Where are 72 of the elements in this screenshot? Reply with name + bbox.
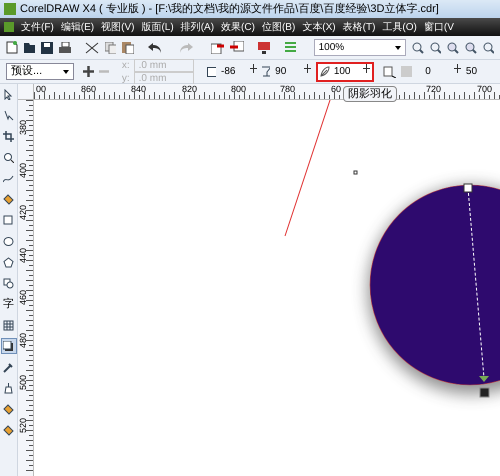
app-logo-icon	[4, 22, 14, 32]
preset-dropdown[interactable]: 预设...	[6, 63, 74, 80]
menu-item[interactable]: 文本(X)	[302, 20, 336, 34]
undo-icon[interactable]	[148, 42, 162, 54]
feather-icon	[320, 66, 330, 77]
ruler-label: 820	[182, 84, 198, 94]
menu-item[interactable]: 表格(T)	[342, 20, 376, 34]
print-icon[interactable]	[58, 42, 72, 54]
end-handle[interactable]	[480, 388, 490, 398]
opacity-field[interactable]: 90	[275, 64, 311, 79]
menu-item[interactable]: 文件(F)	[21, 20, 54, 34]
spin-icon[interactable]	[362, 64, 370, 73]
ruler-label: 780	[280, 84, 296, 94]
import-icon[interactable]	[210, 41, 224, 54]
text-tool[interactable]: 字	[0, 296, 16, 312]
stretch-field[interactable]: 50	[466, 64, 494, 79]
tooltip: 阴影羽化	[343, 86, 397, 102]
zoom-level-dropdown[interactable]: 100%	[314, 39, 406, 56]
ruler-label: 800	[231, 84, 246, 94]
ruler-label: 60	[331, 84, 342, 94]
ruler-label: 400	[18, 162, 28, 178]
menu-item[interactable]: 视图(V)	[101, 20, 134, 34]
ruler-label: 720	[426, 84, 442, 94]
shadow-direction-icon[interactable]	[382, 65, 396, 78]
menu-item[interactable]: 编辑(E)	[60, 20, 94, 34]
y-label: y:	[122, 72, 130, 84]
shadow-icon[interactable]	[0, 338, 16, 354]
caret-icon	[395, 46, 402, 50]
center-marker	[354, 170, 358, 174]
paste-icon[interactable]	[122, 41, 134, 54]
menu-item[interactable]: 版面(L)	[141, 20, 174, 34]
crop-icon[interactable]	[0, 128, 16, 144]
spin-icon[interactable]	[454, 64, 461, 73]
export-icon[interactable]	[230, 41, 244, 54]
ruler-label: 480	[18, 332, 28, 348]
ruler-label: 440	[18, 248, 28, 263]
ruler-label: 380	[18, 120, 28, 136]
zoom-selected-icon[interactable]	[447, 42, 459, 54]
menu-item[interactable]: 位图(B)	[262, 20, 296, 34]
folder-icon[interactable]	[24, 42, 36, 53]
ruler-label: 460	[18, 290, 28, 306]
ruler-label: 840	[131, 84, 146, 94]
direction-field[interactable]: -86	[221, 64, 257, 79]
window-title: CorelDRAW X4 ( 专业版 ) - [F:\我的文档\我的源文件作品\百度\百度经验\3D立体字.cdr]	[20, 2, 439, 17]
ruler-label: 860	[81, 84, 96, 94]
menu-item[interactable]: 效果(C)	[221, 20, 255, 34]
zoom-out-icon[interactable]	[430, 42, 442, 54]
spin-icon[interactable]	[250, 64, 257, 73]
ruler-label: 420	[18, 205, 28, 220]
app-logo-icon	[4, 3, 16, 15]
zoom-in-icon[interactable]	[412, 42, 424, 54]
new-document-icon[interactable]	[6, 41, 18, 54]
ruler-label: 520	[18, 418, 28, 433]
goblet-icon	[262, 66, 270, 77]
copy-icon[interactable]	[104, 42, 116, 54]
start-handle[interactable]	[464, 184, 472, 192]
zoom-page-icon[interactable]	[482, 42, 494, 54]
plus-icon[interactable]	[83, 66, 94, 77]
list-icon[interactable]	[285, 41, 296, 54]
save-icon[interactable]	[41, 42, 53, 54]
menu-item[interactable]: 工具(O)	[382, 20, 417, 34]
caret-icon	[63, 70, 70, 74]
menu-item[interactable]: 窗口(V	[424, 20, 454, 34]
midpoint-marker	[479, 376, 489, 382]
menu-item[interactable]: 排列(A)	[180, 20, 214, 34]
ruler-label: 00	[36, 84, 46, 94]
spin-icon[interactable]	[304, 64, 311, 73]
ruler-label: 700	[477, 84, 492, 94]
zoom-all-icon[interactable]	[464, 42, 477, 54]
ruler-label: 500	[18, 375, 28, 390]
x-label: x:	[122, 60, 130, 70]
fade-field[interactable]: 0	[425, 64, 461, 79]
